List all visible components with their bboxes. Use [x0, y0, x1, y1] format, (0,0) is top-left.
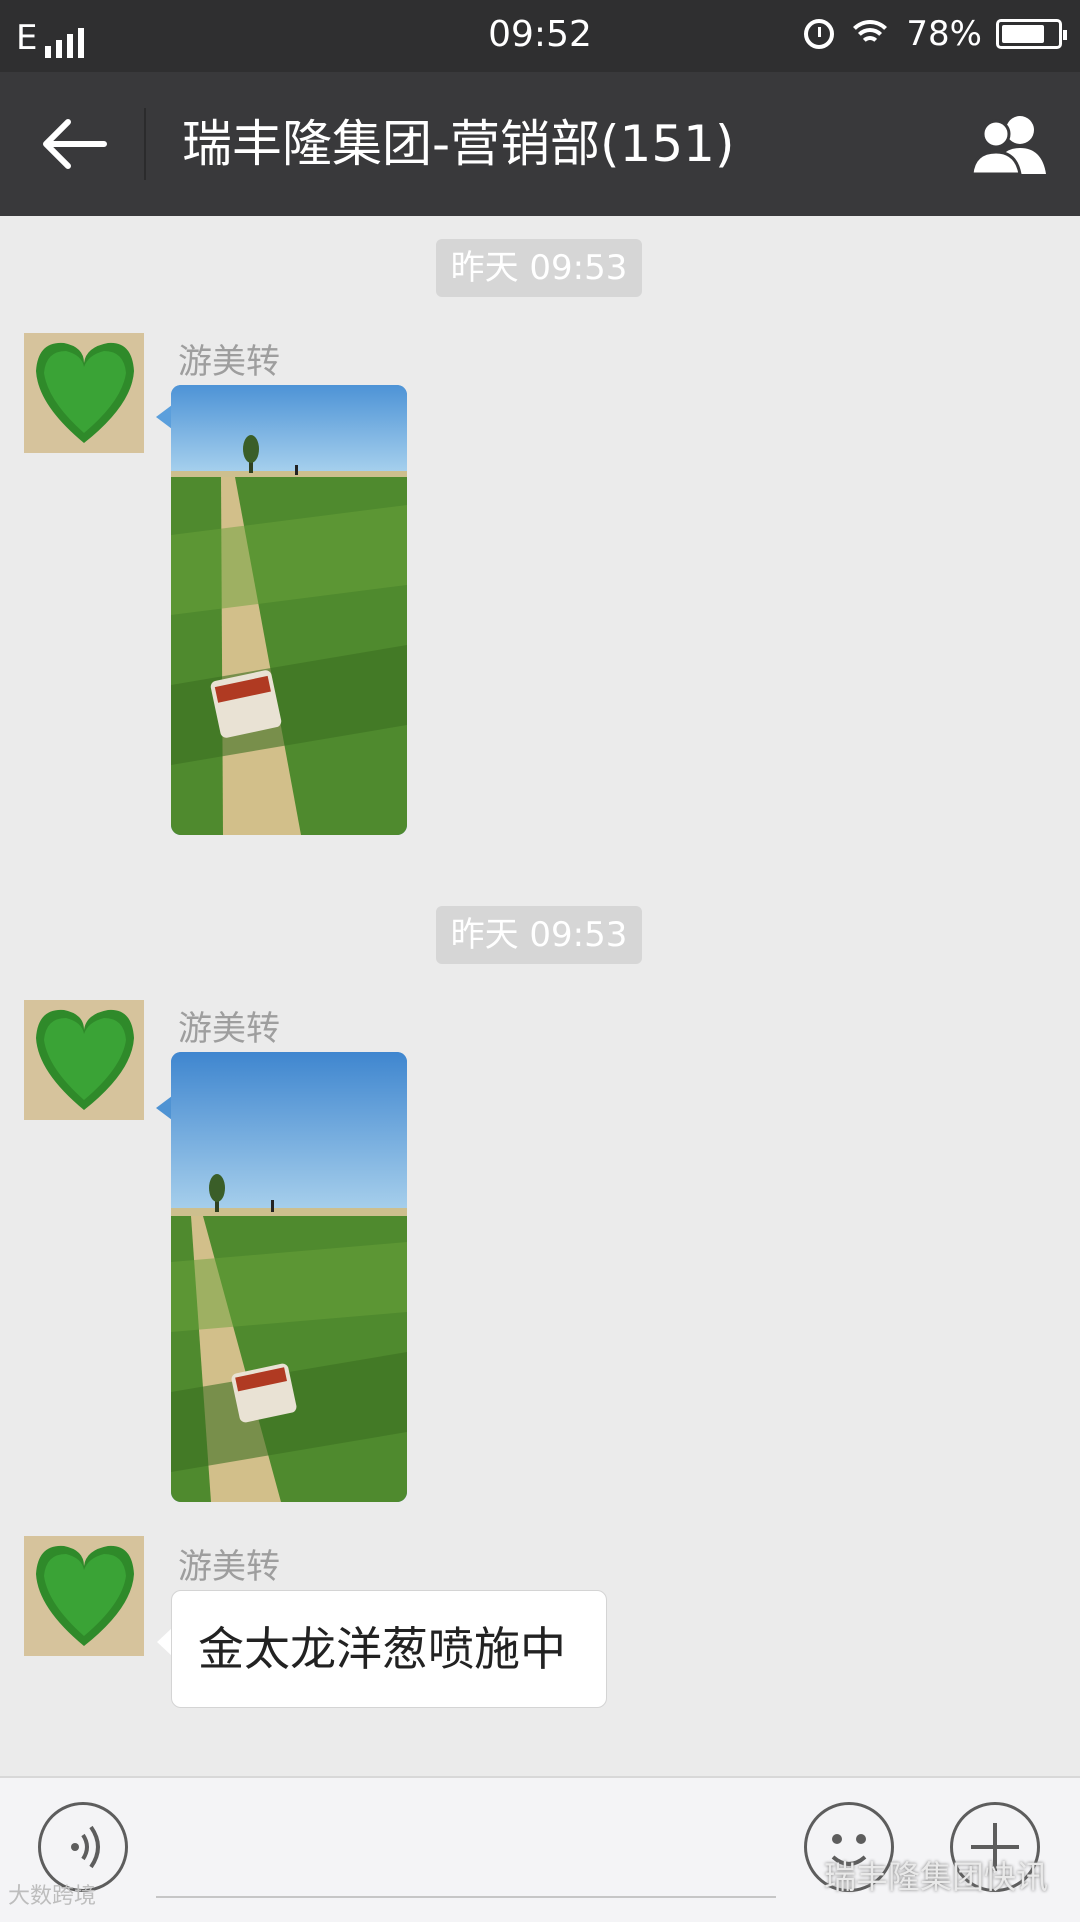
avatar[interactable]	[24, 333, 144, 453]
alarm-icon	[804, 19, 835, 49]
message-timestamp: 昨天 09:53	[436, 239, 642, 297]
image-message[interactable]	[171, 385, 407, 835]
bubble-tail	[156, 405, 172, 429]
avatar[interactable]	[24, 1536, 144, 1656]
group-members-icon[interactable]	[970, 112, 1050, 176]
message-input[interactable]	[156, 1896, 776, 1898]
battery-icon	[996, 19, 1067, 49]
message-timestamp: 昨天 09:53	[436, 906, 642, 964]
title-bar: 瑞丰隆集团-营销部(151)	[0, 72, 1080, 216]
wifi-icon	[848, 16, 893, 52]
avatar-image	[24, 1000, 144, 1120]
bubble-tail	[156, 1096, 172, 1120]
chat-title: 瑞丰隆集团-营销部(151)	[182, 115, 735, 173]
field-photo	[171, 1052, 407, 1502]
avatar[interactable]	[24, 1000, 144, 1120]
status-icons: 78%	[804, 14, 1067, 54]
watermark-right: 瑞丰隆集团快讯	[823, 1858, 1048, 1896]
sender-name: 游美转	[178, 1547, 280, 1587]
sender-name: 游美转	[178, 342, 280, 382]
voice-icon	[71, 1825, 100, 1869]
header-divider	[144, 108, 146, 180]
sender-name: 游美转	[178, 1009, 280, 1049]
avatar-image	[24, 1536, 144, 1656]
status-bar: E 09:52 78%	[0, 0, 1080, 72]
battery-percent: 78%	[906, 14, 982, 54]
field-photo	[171, 385, 407, 835]
watermark-left: 大数跨境	[8, 1884, 97, 1909]
back-arrow-icon[interactable]	[40, 116, 110, 172]
bubble-tail	[157, 1628, 172, 1656]
input-bar	[0, 1776, 1080, 1922]
image-message[interactable]	[171, 1052, 407, 1502]
avatar-image	[24, 333, 144, 453]
text-message[interactable]: 金太龙洋葱喷施中	[171, 1590, 607, 1708]
